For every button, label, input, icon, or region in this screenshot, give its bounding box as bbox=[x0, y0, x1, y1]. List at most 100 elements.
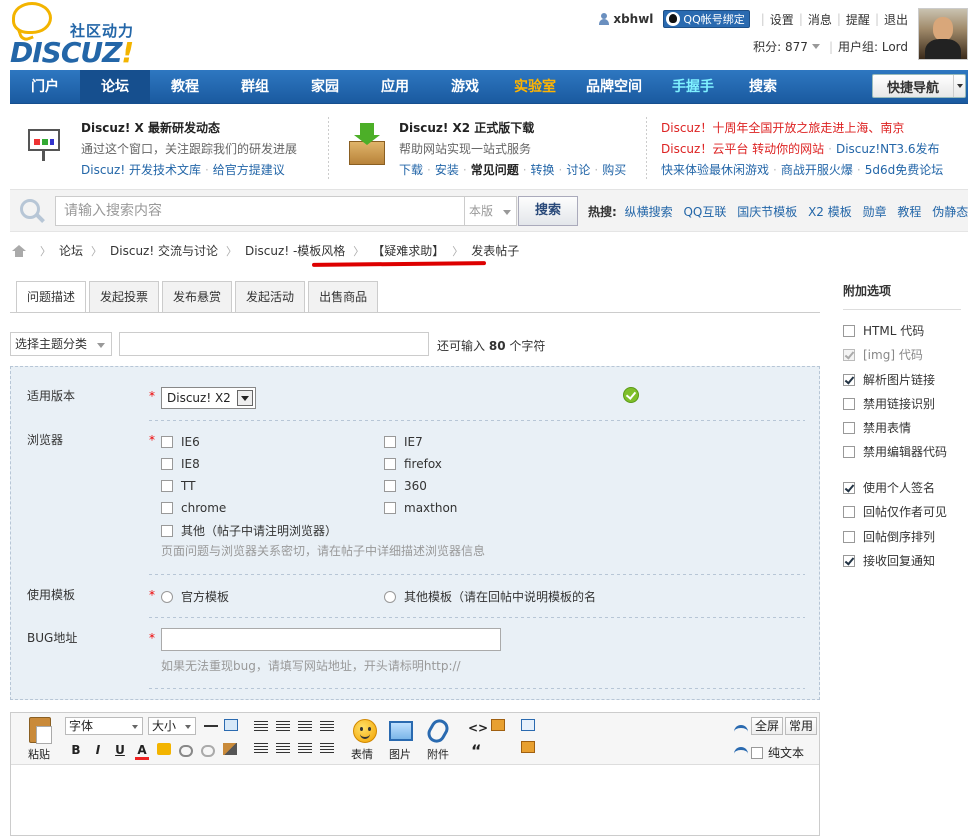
search-scope-select[interactable]: 本版 bbox=[465, 196, 517, 226]
hot-search-link[interactable]: 伪静态 bbox=[932, 205, 968, 219]
media-icon[interactable] bbox=[521, 741, 535, 753]
info-link[interactable]: 转换 bbox=[531, 163, 555, 177]
hr-icon[interactable] bbox=[204, 725, 218, 727]
smiley-label[interactable]: 表情 bbox=[351, 746, 373, 762]
info-link[interactable]: 安装 bbox=[435, 163, 459, 177]
nav-item-tutorial[interactable]: 教程 bbox=[150, 70, 220, 104]
template-official-radio[interactable]: 官方模板 bbox=[161, 588, 229, 605]
smiley-icon[interactable] bbox=[353, 719, 377, 743]
template-other-radio[interactable]: 其他模板（请在回帖中说明模板的名 bbox=[384, 588, 596, 605]
breadcrumb-item[interactable]: Discuz! 交流与讨论 bbox=[110, 242, 218, 259]
extra-option-checkbox[interactable]: 接收回复通知 bbox=[843, 552, 935, 569]
browser-360-checkbox[interactable]: 360 bbox=[384, 479, 427, 493]
subject-input[interactable] bbox=[119, 332, 429, 356]
paste-icon[interactable] bbox=[29, 717, 52, 744]
news-link[interactable]: Discuz！云平台 转动你的网站 bbox=[661, 142, 824, 156]
fullscreen-button[interactable]: 全屏 bbox=[751, 717, 784, 735]
attachment-label[interactable]: 附件 bbox=[427, 746, 449, 762]
font-color-icon[interactable]: A bbox=[135, 743, 149, 760]
nav-item-groups[interactable]: 群组 bbox=[220, 70, 290, 104]
clear-format-icon[interactable] bbox=[223, 743, 237, 755]
page-icon[interactable] bbox=[521, 719, 535, 731]
nav-item-games[interactable]: 游戏 bbox=[430, 70, 500, 104]
nav-item-forum[interactable]: 论坛 bbox=[80, 70, 150, 104]
highlight-icon[interactable] bbox=[157, 743, 171, 755]
browser-maxthon-checkbox[interactable]: maxthon bbox=[384, 501, 457, 515]
breadcrumb-item[interactable]: 论坛 bbox=[59, 242, 83, 259]
underline-icon[interactable]: U bbox=[113, 743, 127, 757]
extra-option-checkbox[interactable]: 回帖倒序排列 bbox=[843, 528, 935, 545]
search-input[interactable]: 请输入搜索内容 bbox=[55, 196, 465, 226]
bold-icon[interactable]: B bbox=[69, 743, 83, 757]
tab-trade[interactable]: 出售商品 bbox=[308, 281, 379, 312]
info-link[interactable]: Discuz! 开发技术文库 bbox=[81, 163, 201, 177]
score-link[interactable]: 积分: 877 bbox=[753, 38, 808, 55]
extra-option-checkbox[interactable]: 禁用表情 bbox=[843, 419, 911, 436]
extra-option-checkbox[interactable]: 解析图片链接 bbox=[843, 371, 935, 388]
qq-bind-button[interactable]: QQ帐号绑定 bbox=[663, 10, 750, 28]
nav-item-search[interactable]: 搜索 bbox=[728, 70, 798, 104]
hot-search-link[interactable]: 纵横搜索 bbox=[625, 205, 673, 219]
bug-url-input[interactable] bbox=[161, 628, 501, 651]
username-link[interactable]: xbhwl bbox=[613, 12, 653, 26]
tab-activity[interactable]: 发起活动 bbox=[235, 281, 306, 312]
quick-nav-button[interactable]: 快捷导航 bbox=[872, 74, 966, 98]
float-right-icon[interactable] bbox=[276, 743, 290, 755]
notices-link[interactable]: 提醒 bbox=[846, 11, 870, 28]
align-center-icon[interactable] bbox=[276, 721, 290, 733]
nav-item-home[interactable]: 家园 bbox=[290, 70, 360, 104]
browser-firefox-checkbox[interactable]: firefox bbox=[384, 457, 442, 471]
ordered-list-icon[interactable] bbox=[298, 743, 312, 755]
settings-link[interactable]: 设置 bbox=[770, 11, 794, 28]
breadcrumb-item[interactable]: Discuz! -模板风格 bbox=[245, 242, 345, 259]
align-right-icon[interactable] bbox=[298, 721, 312, 733]
paste-label[interactable]: 粘贴 bbox=[28, 746, 50, 762]
browser-ie7-checkbox[interactable]: IE7 bbox=[384, 435, 423, 449]
align-justify-icon[interactable] bbox=[320, 721, 334, 733]
extra-option-checkbox[interactable]: 禁用编辑器代码 bbox=[843, 443, 947, 460]
news-link[interactable]: 快来体验最休闲游戏 bbox=[661, 163, 769, 177]
undo-icon[interactable] bbox=[734, 725, 748, 735]
home-icon[interactable] bbox=[12, 244, 26, 257]
breadcrumb-item[interactable]: 【疑难求助】 bbox=[372, 242, 444, 259]
tab-reward[interactable]: 发布悬赏 bbox=[162, 281, 233, 312]
image-label[interactable]: 图片 bbox=[389, 746, 411, 762]
nav-item-portal[interactable]: 门户 bbox=[10, 70, 80, 104]
info-link[interactable]: 常见问题 bbox=[471, 163, 519, 177]
news-link[interactable]: Discuz!NT3.6发布 bbox=[836, 142, 940, 156]
extra-option-checkbox[interactable]: 使用个人签名 bbox=[843, 479, 935, 496]
browser-chrome-checkbox[interactable]: chrome bbox=[161, 501, 226, 515]
news-link[interactable]: 5d6d免费论坛 bbox=[865, 163, 944, 177]
info-link[interactable]: 下载 bbox=[399, 163, 423, 177]
hot-search-link[interactable]: QQ互联 bbox=[683, 205, 726, 219]
browser-ie6-checkbox[interactable]: IE6 bbox=[161, 435, 200, 449]
common-button[interactable]: 常用 bbox=[785, 717, 818, 735]
plaintext-checkbox[interactable]: 纯文本 bbox=[751, 744, 804, 761]
info-title[interactable]: Discuz! X2 正式版下载 bbox=[399, 119, 626, 136]
hot-search-link[interactable]: X2 模板 bbox=[808, 205, 852, 219]
news-link[interactable]: 商战开服火爆 bbox=[781, 163, 853, 177]
browser-tt-checkbox[interactable]: TT bbox=[161, 479, 195, 493]
float-left-icon[interactable] bbox=[254, 743, 268, 755]
tab-poll[interactable]: 发起投票 bbox=[89, 281, 160, 312]
nav-item-brand[interactable]: 品牌空间 bbox=[570, 70, 658, 104]
usergroup-link[interactable]: 用户组: Lord bbox=[838, 38, 908, 55]
thread-type-select[interactable]: 选择主题分类 bbox=[10, 332, 112, 356]
version-select[interactable]: Discuz! X2 bbox=[161, 387, 256, 409]
info-link[interactable]: 给官方提建议 bbox=[213, 163, 285, 177]
italic-icon[interactable]: I bbox=[91, 743, 105, 757]
quote-icon[interactable]: “ bbox=[471, 741, 482, 760]
font-size-select[interactable]: 大小 bbox=[148, 717, 196, 735]
nav-item-handshake[interactable]: 手握手 bbox=[658, 70, 728, 104]
hot-search-link[interactable]: 教程 bbox=[897, 205, 921, 219]
redo-icon[interactable] bbox=[734, 747, 748, 757]
info-link[interactable]: 购买 bbox=[602, 163, 626, 177]
news-link[interactable]: Discuz！十周年全国开放之旅走进上海、南京 bbox=[661, 121, 904, 135]
extra-option-checkbox[interactable]: HTML 代码 bbox=[843, 322, 924, 339]
messages-link[interactable]: 消息 bbox=[808, 11, 832, 28]
extra-option-checkbox[interactable]: 回帖仅作者可见 bbox=[843, 503, 947, 520]
discuz-logo[interactable]: 社区动力 DISCUZ! bbox=[10, 2, 145, 69]
browser-ie8-checkbox[interactable]: IE8 bbox=[161, 457, 200, 471]
avatar[interactable] bbox=[918, 8, 968, 60]
hot-search-link[interactable]: 勋章 bbox=[863, 205, 887, 219]
